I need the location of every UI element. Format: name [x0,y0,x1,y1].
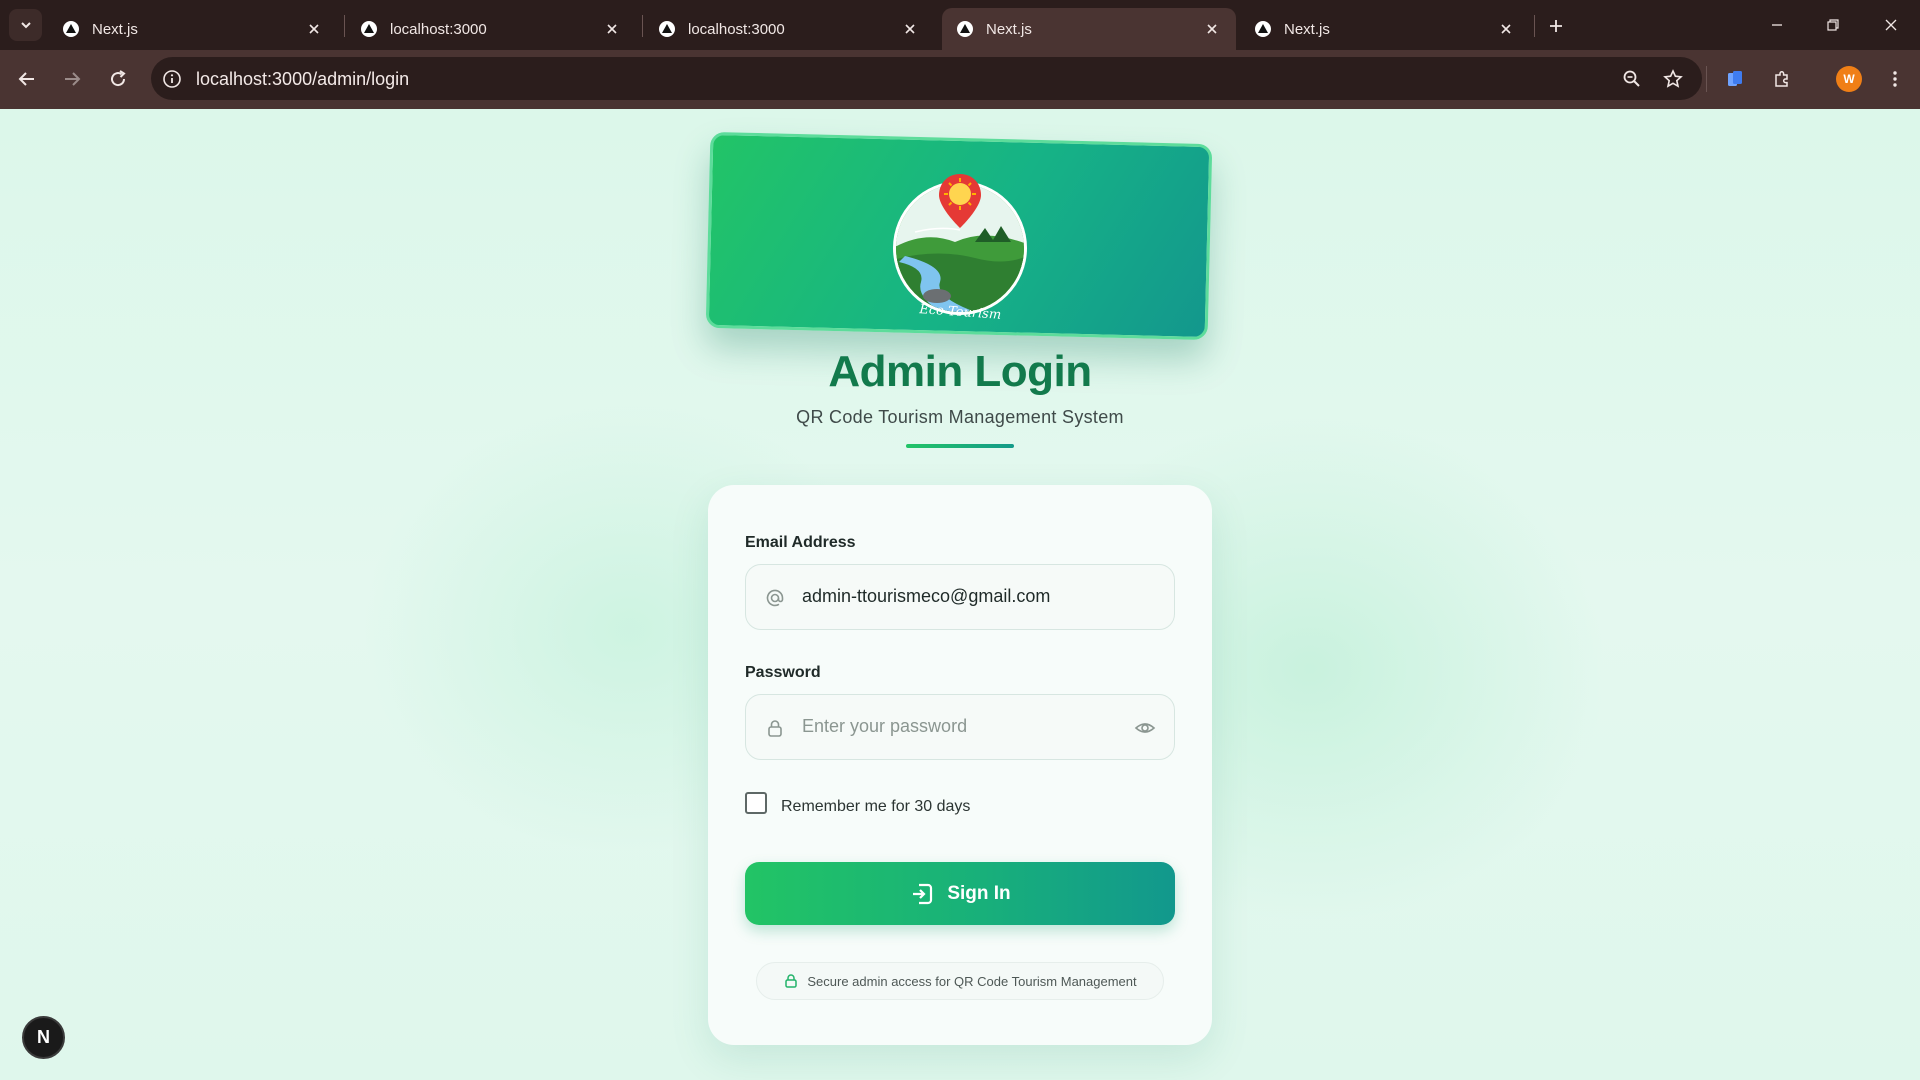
arrow-left-icon [18,72,34,86]
reload-button[interactable] [103,64,133,94]
eye-icon[interactable] [1132,715,1158,741]
tab-title: Next.js [986,20,1032,38]
close-icon[interactable] [304,19,324,39]
password-field-wrapper[interactable] [745,694,1175,760]
eco-tourism-logo: Eco Tourism [893,174,1027,323]
browser-tab-strip: Next.js localhost:3000 localhost:3000 Ne… [0,0,1920,50]
tab-search-button[interactable] [9,9,42,41]
arrow-right-icon [65,72,81,86]
extension-document-icon[interactable] [1720,64,1750,94]
zoom-icon[interactable] [1617,64,1647,94]
password-input[interactable] [802,695,1102,758]
email-input[interactable] [802,565,1102,628]
nextjs-triangle-icon [658,20,676,38]
profile-avatar[interactable]: W [1836,66,1862,92]
close-icon[interactable] [1202,19,1222,39]
secure-access-note: Secure admin access for QR Code Tourism … [756,962,1164,1000]
tab-divider [344,15,345,37]
extensions-puzzle-icon[interactable] [1767,64,1797,94]
close-icon[interactable] [602,19,622,39]
restore-button[interactable] [1818,10,1848,40]
login-icon [909,881,935,907]
at-sign-icon [764,587,786,609]
tab-3-active[interactable]: Next.js [942,8,1236,50]
close-icon[interactable] [1496,19,1516,39]
title-underline [906,444,1014,448]
tab-4[interactable]: Next.js [1240,8,1530,50]
sign-in-label: Sign In [947,882,1011,904]
page-subtitle: QR Code Tourism Management System [796,407,1124,427]
nextjs-triangle-icon [1254,20,1272,38]
chevron-down-icon [20,22,31,29]
close-icon [1885,19,1897,31]
back-button[interactable] [12,64,42,94]
minimize-button[interactable] [1762,10,1792,40]
reload-icon [111,70,126,87]
restore-icon [1827,19,1839,31]
password-label: Password [745,664,821,681]
lock-icon [783,973,799,989]
lock-icon [764,717,786,739]
tab-title: localhost:3000 [688,20,785,38]
address-url[interactable]: localhost:3000/admin/login [196,67,409,91]
close-window-button[interactable] [1876,10,1906,40]
new-tab-button[interactable] [1541,11,1571,41]
email-field-wrapper[interactable] [745,564,1175,630]
sign-in-button[interactable]: Sign In [745,862,1175,925]
more-menu-icon[interactable] [1880,64,1910,94]
nextjs-triangle-icon [956,20,974,38]
tab-0[interactable]: Next.js [48,8,338,50]
remember-me-label[interactable]: Remember me for 30 days [781,798,970,816]
minimize-icon [1772,24,1782,26]
tab-divider [1534,15,1535,37]
nextjs-triangle-icon [62,20,80,38]
tab-divider [642,15,643,37]
remember-me-checkbox[interactable] [745,792,767,814]
toolbar-divider [1706,66,1707,92]
nextjs-triangle-icon [360,20,378,38]
tab-1[interactable]: localhost:3000 [346,8,636,50]
forward-button[interactable] [57,64,87,94]
tab-title: Next.js [92,20,138,38]
email-label: Email Address [745,534,856,551]
page-title: Admin Login [828,347,1092,396]
tab-title: Next.js [1284,20,1330,38]
nextjs-dev-indicator[interactable]: N [22,1016,65,1059]
info-icon[interactable] [161,68,183,90]
plus-icon [1550,20,1562,32]
close-icon[interactable] [900,19,920,39]
tab-2[interactable]: localhost:3000 [644,8,934,50]
bookmark-star-icon[interactable] [1658,64,1688,94]
tab-title: localhost:3000 [390,20,487,38]
secure-note-text: Secure admin access for QR Code Tourism … [807,973,1137,989]
